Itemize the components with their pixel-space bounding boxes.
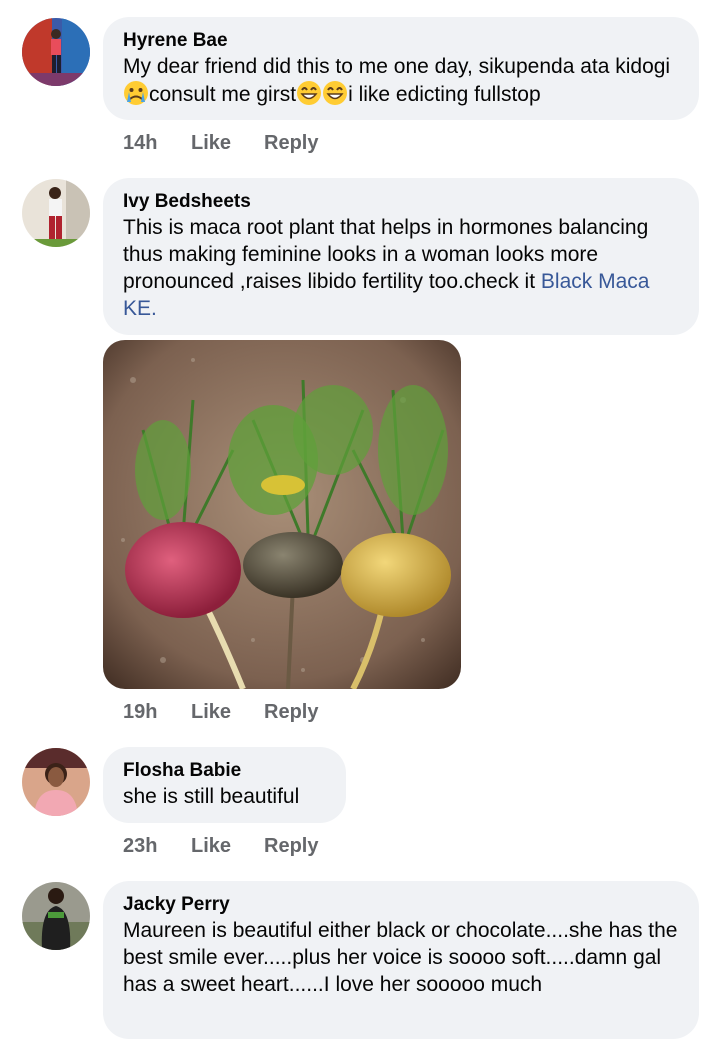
avatar[interactable] [22, 18, 90, 86]
maca-root-image [103, 340, 461, 689]
reply-button[interactable]: Reply [264, 701, 318, 724]
comment-photo[interactable] [103, 340, 461, 689]
comment-bubble: Jacky Perry Maureen is beautiful either … [103, 881, 699, 1039]
comment-text-part: consult me girst [149, 83, 297, 106]
comment-text: Maureen is beautiful either black or cho… [123, 919, 678, 996]
comment-text: This is maca root plant that helps in ho… [123, 214, 679, 322]
comment-author[interactable]: Ivy Bedsheets [123, 190, 679, 214]
comment-author[interactable]: Jacky Perry [123, 893, 679, 917]
avatar[interactable] [22, 179, 90, 247]
like-button[interactable]: Like [191, 132, 264, 155]
crying-face-icon [124, 81, 148, 105]
grinning-face-icon [297, 81, 322, 105]
comment-actions: 23h Like Reply [123, 835, 318, 858]
like-button[interactable]: Like [191, 835, 264, 858]
comment-actions: 14h Like Reply [123, 132, 318, 155]
comment-text-part: i like edicting fullstop [348, 83, 541, 106]
grinning-face-icon [323, 81, 348, 105]
avatar[interactable] [22, 748, 90, 816]
reply-button[interactable]: Reply [264, 835, 318, 858]
comment-text: she is still beautiful [123, 785, 300, 808]
comment-bubble: Hyrene Bae My dear friend did this to me… [103, 17, 699, 120]
comment-actions: 19h Like Reply [123, 701, 318, 724]
like-button[interactable]: Like [191, 701, 264, 724]
comment-time[interactable]: 23h [123, 835, 191, 858]
comment-time[interactable]: 19h [123, 701, 191, 724]
comment-author[interactable]: Hyrene Bae [123, 29, 679, 53]
comment-bubble: Flosha Babie she is still beautiful [103, 747, 346, 823]
comment-bubble: Ivy Bedsheets This is maca root plant th… [103, 178, 699, 335]
avatar[interactable] [22, 882, 90, 950]
comment-text: My dear friend did this to me one day, s… [123, 53, 679, 108]
comment-text-part: My dear friend did this to me one day, s… [123, 55, 671, 78]
comment-author[interactable]: Flosha Babie [123, 759, 326, 783]
reply-button[interactable]: Reply [264, 132, 318, 155]
comment-time[interactable]: 14h [123, 132, 191, 155]
